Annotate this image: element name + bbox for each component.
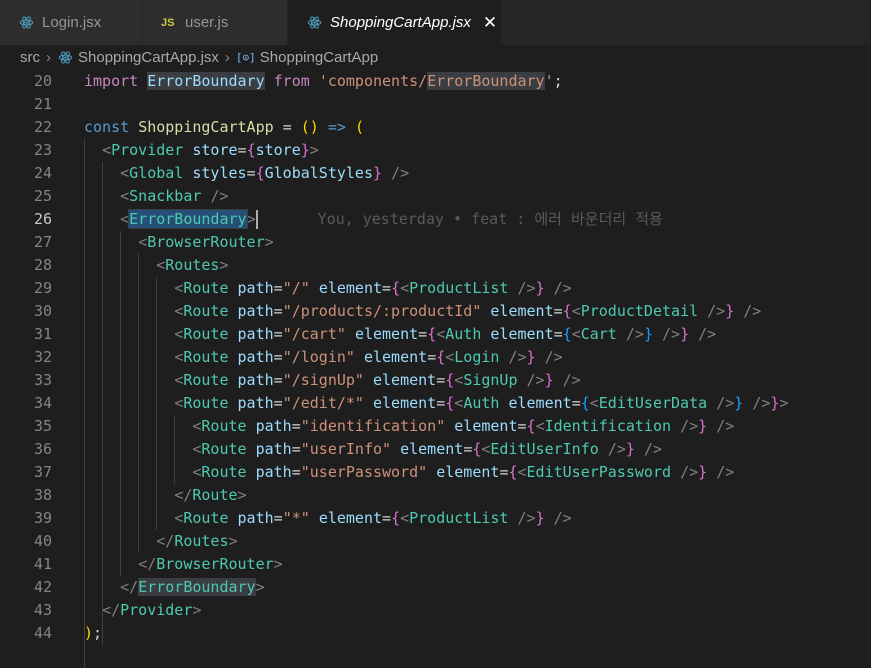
breadcrumb-folder[interactable]: src (20, 49, 40, 66)
code-text: <Route path="/edit/*" element={<Auth ele… (174, 394, 789, 412)
line-number: 37 (33, 463, 52, 481)
code-text: <Route path="/products/:productId" eleme… (174, 302, 762, 320)
code-line: 36 <Route path="userInfo" element={<Edit… (0, 438, 871, 461)
line-number: 22 (33, 118, 52, 136)
code-line: 34 <Route path="/edit/*" element={<Auth … (0, 392, 871, 415)
code-line: 33 <Route path="/signUp" element={<SignU… (0, 369, 871, 392)
breadcrumb-symbol[interactable]: ShoppingCartApp (260, 49, 378, 66)
code-text: </BrowserRouter> (138, 555, 283, 573)
js-icon: JS (161, 16, 175, 29)
line-number: 33 (33, 371, 52, 389)
code-text: <Route path="/" element={<ProductList />… (174, 279, 572, 297)
react-icon (57, 49, 73, 65)
text-cursor (255, 210, 258, 229)
code-line-current: 26 <ErrorBoundary> You, yesterday • feat … (0, 208, 871, 231)
code-line: 43 </Provider> (0, 599, 871, 622)
close-icon[interactable]: ✕ (483, 13, 497, 33)
code-line: 25 <Snackbar /> (0, 185, 871, 208)
code-text: </Route> (174, 486, 247, 504)
line-number: 38 (33, 486, 52, 504)
tab-label: user.js (185, 14, 229, 31)
code-editor[interactable]: 20 import ErrorBoundary from 'components… (0, 70, 871, 668)
code-text: <Route path="/signUp" element={<SignUp /… (174, 371, 581, 389)
line-number: 24 (33, 164, 52, 182)
code-text: <Snackbar /> (120, 187, 229, 205)
line-number: 40 (33, 532, 52, 550)
line-number: 27 (33, 233, 52, 251)
tab-bar: Login.jsx JS user.js ShoppingCartApp.jsx… (0, 0, 871, 45)
code-text: ); (84, 624, 103, 642)
git-blame-annotation: You, yesterday • feat : 에러 바운더리 적용 (317, 210, 663, 228)
tab-label: ShoppingCartApp.jsx (330, 14, 471, 31)
code-line: 41 </BrowserRouter> (0, 553, 871, 576)
line-number: 30 (33, 302, 52, 320)
code-line: 22 const ShoppingCartApp = () => ( (0, 116, 871, 139)
line-number: 23 (33, 141, 52, 159)
line-number: 36 (33, 440, 52, 458)
line-number: 32 (33, 348, 52, 366)
code-text: <Route path="/login" element={<Login />}… (174, 348, 563, 366)
code-text: const ShoppingCartApp = () => ( (84, 118, 364, 136)
code-text: <Global styles={GlobalStyles} /> (120, 164, 410, 182)
breadcrumb-file[interactable]: ShoppingCartApp.jsx (78, 49, 219, 66)
code-text: <BrowserRouter> (138, 233, 274, 251)
line-number: 25 (33, 187, 52, 205)
code-line: 20 import ErrorBoundary from 'components… (0, 70, 871, 93)
code-text: <Provider store={store}> (102, 141, 319, 159)
code-text: <Route path="*" element={<ProductList />… (174, 509, 572, 527)
line-number: 28 (33, 256, 52, 274)
tab-login[interactable]: Login.jsx (0, 0, 143, 45)
line-number: 31 (33, 325, 52, 343)
code-line: 27 <BrowserRouter> (0, 231, 871, 254)
tab-label: Login.jsx (42, 14, 102, 31)
code-line: 21 (0, 93, 871, 116)
code-line: 42 </ErrorBoundary> (0, 576, 871, 599)
code-text: <Routes> (156, 256, 229, 274)
line-number: 39 (33, 509, 52, 527)
chevron-right-icon: › (224, 48, 230, 66)
tab-user[interactable]: JS user.js (143, 0, 288, 45)
line-number: 44 (33, 624, 52, 642)
code-line: 39 <Route path="*" element={<ProductList… (0, 507, 871, 530)
code-text: import ErrorBoundary from 'components/Er… (84, 72, 563, 90)
line-number: 20 (33, 72, 52, 90)
line-number: 21 (33, 95, 52, 113)
line-number: 41 (33, 555, 52, 573)
line-number: 29 (33, 279, 52, 297)
code-line: 30 <Route path="/products/:productId" el… (0, 300, 871, 323)
line-number: 35 (33, 417, 52, 435)
code-text: <Route path="userPassword" element={<Edi… (192, 463, 735, 481)
code-line: 24 <Global styles={GlobalStyles} /> (0, 162, 871, 185)
code-text: </ErrorBoundary> (120, 578, 265, 596)
code-line: 23 <Provider store={store}> (0, 139, 871, 162)
code-text: </Routes> (156, 532, 238, 550)
line-number: 26 (33, 210, 52, 228)
symbol-variable-icon: [⊙] (235, 50, 256, 64)
code-text: <Route path="userInfo" element={<EditUse… (192, 440, 662, 458)
tab-shopping-cart-app[interactable]: ShoppingCartApp.jsx ✕ (288, 0, 502, 45)
code-line: 38 </Route> (0, 484, 871, 507)
breadcrumb: src › ShoppingCartApp.jsx › [⊙] Shopping… (0, 45, 871, 69)
code-line: 29 <Route path="/" element={<ProductList… (0, 277, 871, 300)
code-line: 37 <Route path="userPassword" element={<… (0, 461, 871, 484)
react-icon (306, 15, 322, 31)
chevron-right-icon: › (46, 48, 51, 66)
code-text: </Provider> (102, 601, 202, 619)
code-text: <Route path="/cart" element={<Auth eleme… (174, 325, 717, 343)
code-line: 28 <Routes> (0, 254, 871, 277)
code-line: 44 ); (0, 622, 871, 645)
code-line: 35 <Route path="identification" element=… (0, 415, 871, 438)
line-number: 34 (33, 394, 52, 412)
code-text: <ErrorBoundary> You, yesterday • feat : 에… (120, 209, 663, 229)
line-number: 42 (33, 578, 52, 596)
code-line: 32 <Route path="/login" element={<Login … (0, 346, 871, 369)
code-text: <Route path="identification" element={<I… (192, 417, 735, 435)
code-line: 31 <Route path="/cart" element={<Auth el… (0, 323, 871, 346)
code-line: 40 </Routes> (0, 530, 871, 553)
line-number: 43 (33, 601, 52, 619)
react-icon (18, 15, 34, 31)
